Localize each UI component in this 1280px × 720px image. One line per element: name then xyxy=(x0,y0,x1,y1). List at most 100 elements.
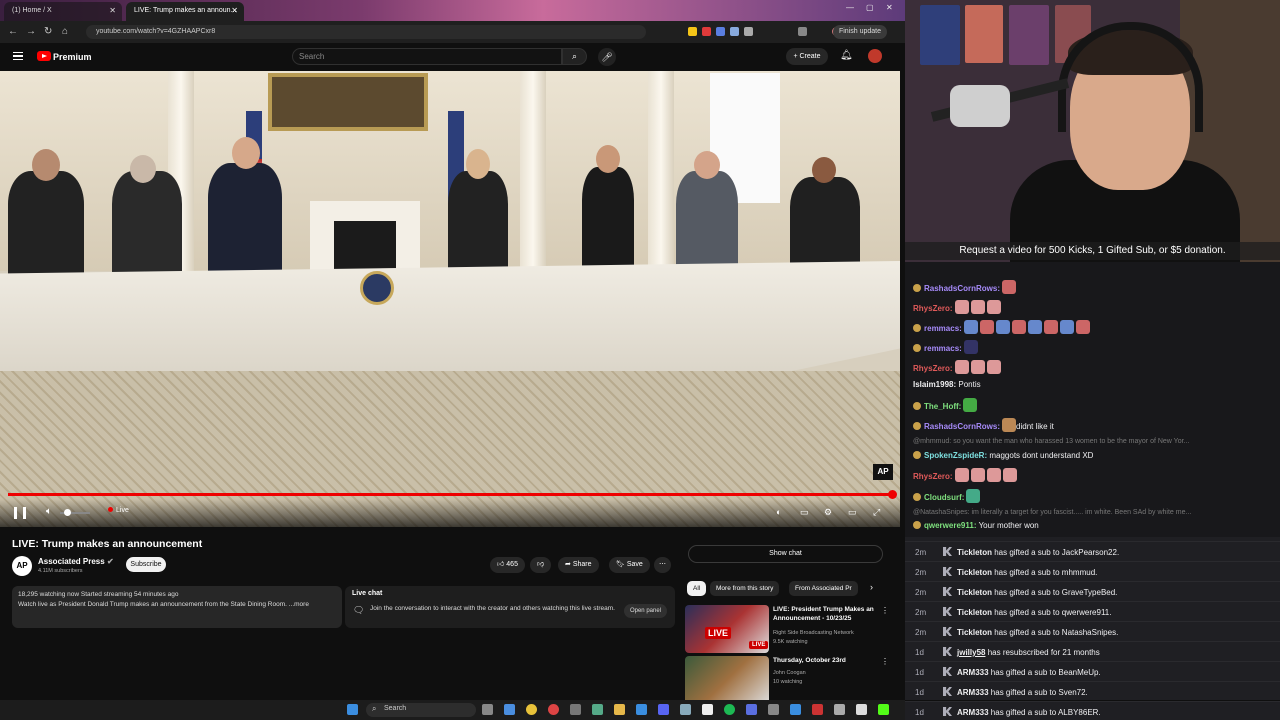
tab-youtube-live[interactable]: LIVE: Trump makes an announ... ✕ xyxy=(126,2,244,21)
search-input[interactable]: Search xyxy=(292,48,562,65)
channel-name[interactable]: Associated Press ✔ xyxy=(38,557,114,566)
chat-username[interactable]: RhysZero: xyxy=(913,304,953,313)
share-button[interactable]: ➦ Share xyxy=(558,557,599,573)
subscribe-button[interactable]: Subscribe xyxy=(126,557,166,572)
chat-username[interactable]: qwerwere911: xyxy=(924,521,976,530)
volume-icon[interactable]: 🔈︎ xyxy=(46,506,52,517)
folder-icon[interactable] xyxy=(614,704,625,715)
avatar[interactable] xyxy=(868,49,882,63)
home-icon[interactable]: ⌂ xyxy=(62,26,68,37)
chat-username[interactable]: RhysZero: xyxy=(913,472,953,481)
chat-username[interactable]: remmacs: xyxy=(924,344,962,353)
task-view-icon[interactable] xyxy=(482,704,493,715)
back-icon[interactable]: ← xyxy=(8,26,18,37)
app-icon[interactable] xyxy=(504,704,515,715)
finish-update-button[interactable]: Finish update xyxy=(832,25,887,39)
more-options-icon[interactable]: ⋮ xyxy=(881,606,889,615)
theater-mode-icon[interactable]: ▭ xyxy=(848,507,857,518)
youtube-brand[interactable]: Premium xyxy=(53,52,92,62)
event-user: Tickleton xyxy=(957,608,992,617)
maximize-icon[interactable]: ▢ xyxy=(866,3,874,12)
app-icon[interactable] xyxy=(548,704,559,715)
sub-badge-icon xyxy=(913,324,921,332)
chevron-right-icon[interactable]: › xyxy=(870,582,873,592)
chip-from-associated-press[interactable]: From Associated Pr xyxy=(789,581,858,596)
chip-all[interactable]: All xyxy=(687,581,707,596)
volume-slider[interactable] xyxy=(60,509,90,516)
app-icon[interactable] xyxy=(746,704,757,715)
more-actions-icon[interactable]: ⋯ xyxy=(654,557,671,573)
recommendation-item[interactable]: Thursday, October 23rd John Coogan 10 wa… xyxy=(685,656,895,704)
chat-username[interactable]: Islaim1998: xyxy=(913,380,956,389)
settings-gear-icon[interactable]: ⚙ xyxy=(824,507,832,518)
close-window-icon[interactable]: ✕ xyxy=(886,3,893,12)
app-icon[interactable] xyxy=(636,704,647,715)
sub-badge-icon xyxy=(913,451,921,459)
chip-more-from-story[interactable]: More from this story xyxy=(710,581,780,596)
open-panel-button[interactable]: Open panel xyxy=(623,604,667,618)
extension-icon[interactable] xyxy=(744,27,753,36)
progress-scrubber[interactable] xyxy=(888,490,897,499)
url-field[interactable]: youtube.com/watch?v=4GZHAAPCxr8 xyxy=(86,25,646,39)
chat-username[interactable]: RhysZero: xyxy=(913,364,953,373)
description-box[interactable]: 18,295 watching now Started streaming 54… xyxy=(12,586,342,628)
create-button[interactable]: + Create xyxy=(786,48,828,65)
app-icon[interactable] xyxy=(768,704,779,715)
extension-icon[interactable] xyxy=(702,27,711,36)
chat-message: RhysZero: xyxy=(913,300,1001,314)
kick-app-icon[interactable] xyxy=(878,704,889,715)
tab-x-home[interactable]: (1) Home / X ✕ xyxy=(4,2,122,21)
microphone-icon[interactable]: 🎤︎ xyxy=(598,48,616,66)
discord-icon[interactable] xyxy=(658,704,669,715)
app-icon[interactable] xyxy=(592,704,603,715)
like-button[interactable]: 👍︎ 465 xyxy=(490,557,525,573)
progress-bar[interactable] xyxy=(8,493,893,496)
extension-icon[interactable] xyxy=(798,27,807,36)
close-icon[interactable]: ✕ xyxy=(109,6,116,15)
chat-reply-context: @mhmmud: so you want the man who harasse… xyxy=(913,438,1189,445)
notifications-bell-icon[interactable]: 🔔︎ xyxy=(840,50,853,61)
minimize-icon[interactable]: — xyxy=(846,3,854,12)
app-icon[interactable] xyxy=(834,704,845,715)
event-age: 1d xyxy=(915,688,924,697)
live-indicator[interactable]: Live xyxy=(108,507,129,514)
captions-icon[interactable]: ▭ xyxy=(800,507,809,518)
app-icon[interactable] xyxy=(790,704,801,715)
taskbar-search[interactable]: Search xyxy=(366,703,476,717)
app-icon[interactable] xyxy=(680,704,691,715)
search-icon[interactable]: ⌕ xyxy=(562,48,587,65)
video-player[interactable]: AP 🔈︎ Live ◐ ▭ ⚙ ▭ ⤢ xyxy=(0,71,900,527)
menu-icon[interactable] xyxy=(13,52,23,60)
chat-username[interactable]: RashadsCornRows: xyxy=(924,284,1000,293)
extension-icon[interactable] xyxy=(716,27,725,36)
youtube-logo-icon[interactable] xyxy=(37,51,51,61)
event-message: has gifted a sub to Sven72. xyxy=(988,688,1088,697)
autoplay-toggle-icon[interactable]: ◐ xyxy=(776,507,781,517)
chat-username[interactable]: Cloudsurf: xyxy=(924,493,964,502)
app-icon[interactable] xyxy=(856,704,867,715)
chat-username[interactable]: The_Hoff: xyxy=(924,402,961,411)
pause-button[interactable] xyxy=(14,507,26,519)
dislike-button[interactable]: 👎︎ xyxy=(530,557,552,573)
chat-username[interactable]: remmacs: xyxy=(924,324,962,333)
app-icon[interactable] xyxy=(702,704,713,715)
fullscreen-icon[interactable]: ⤢ xyxy=(873,507,880,518)
chat-username[interactable]: SpokenZspideR: xyxy=(924,451,987,460)
channel-avatar[interactable]: AP xyxy=(12,556,32,576)
app-icon[interactable] xyxy=(570,704,581,715)
show-chat-button[interactable]: Show chat xyxy=(688,545,883,563)
windows-start-icon[interactable] xyxy=(347,704,358,715)
recommendation-item[interactable]: LIVE LIVE LIVE: President Trump Makes an… xyxy=(685,605,895,653)
reload-icon[interactable]: ↻ xyxy=(44,26,52,37)
more-options-icon[interactable]: ⋮ xyxy=(881,657,889,666)
chrome-icon[interactable] xyxy=(526,704,537,715)
extension-icon[interactable] xyxy=(688,27,697,36)
close-icon[interactable]: ✕ xyxy=(231,6,238,15)
chat-reply-context: @NatashaSnipes: im literally a target fo… xyxy=(913,509,1191,516)
save-button[interactable]: 🔖︎ Save xyxy=(609,557,650,573)
app-icon[interactable] xyxy=(812,704,823,715)
extension-icon[interactable] xyxy=(730,27,739,36)
forward-icon[interactable]: → xyxy=(26,26,36,37)
spotify-icon[interactable] xyxy=(724,704,735,715)
chat-username[interactable]: RashadsCornRows: xyxy=(924,422,1000,431)
